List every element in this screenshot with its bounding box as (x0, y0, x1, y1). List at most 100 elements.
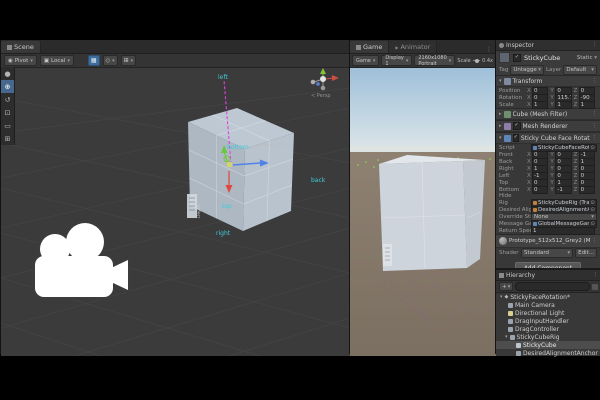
hierarchy-item-main-camera[interactable]: Main Camera (496, 301, 600, 309)
component-menu-icon[interactable]: ⋮ (592, 135, 598, 141)
chevron-down-icon: ▾ (591, 213, 594, 220)
item-label: DragController (515, 325, 560, 333)
object-picker-icon[interactable]: ⊙ (590, 221, 595, 227)
grid-toggle-button[interactable]: ▦ (87, 55, 100, 66)
mesh-renderer-header[interactable]: ▸ ✓ Mesh Renderer ⋮ (496, 120, 600, 132)
local-dropdown[interactable]: ▣ Local ▾ (39, 55, 74, 66)
tab-scene[interactable]: Scene (1, 41, 41, 53)
camera-icon (508, 302, 513, 308)
back-label: Back (499, 158, 513, 165)
static-dropdown[interactable]: Static ▾ (577, 55, 597, 61)
component-menu-icon[interactable]: ⋮ (592, 238, 598, 244)
tag-dropdown[interactable]: Untagged ▾ (510, 64, 544, 75)
game-tab-icon (356, 44, 361, 50)
active-checkbox[interactable]: ✓ (513, 53, 521, 62)
display-label: Display 1 (385, 54, 404, 67)
tab-menu-icon[interactable]: ⋮ (483, 46, 495, 53)
bottom-z-field[interactable]: 0 (578, 185, 595, 194)
scale-label: Scale (457, 57, 471, 64)
tab-animator-label: Animator (400, 43, 431, 51)
transform-tool-button[interactable]: ⊞ (1, 132, 14, 145)
foldout-icon[interactable]: ▾ (499, 135, 502, 141)
gameobject-name[interactable]: StickyCube (524, 54, 560, 62)
object-picker-icon[interactable]: ⊙ (590, 145, 595, 151)
object-picker-icon[interactable]: ⊙ (590, 207, 595, 213)
foldout-icon[interactable]: ▸ (499, 123, 502, 129)
scale-slider-handle[interactable] (474, 58, 479, 63)
tab-animator[interactable]: ▶ Animator (389, 41, 438, 53)
chevron-down-icon: ▾ (30, 57, 33, 64)
hierarchy-item-stickycuberig[interactable]: ▾ StickyCubeRig (496, 333, 600, 341)
tab-game[interactable]: Game (350, 41, 390, 53)
scale-z-field[interactable]: 1 (578, 100, 595, 109)
move-tool-button[interactable]: ⊕ (1, 80, 14, 93)
scene-tab-icon (7, 44, 12, 50)
chevron-down-icon: ▾ (594, 54, 597, 61)
hierarchy-item-draginputhandler[interactable]: DragInputHandler (496, 317, 600, 325)
resolution-dropdown[interactable]: 2160x1080 Portrait ▾ (414, 55, 456, 67)
transform-component-header[interactable]: ▾ Transform ⋮ (496, 75, 600, 87)
axis-z-cone[interactable] (316, 82, 320, 86)
perspective-label[interactable]: < Persp (311, 93, 331, 99)
gameobject-icon (516, 350, 521, 356)
game-sky (350, 68, 496, 152)
component-checkbox[interactable]: ✓ (512, 122, 521, 130)
shader-dropdown[interactable]: Standard ▾ (521, 248, 574, 258)
material-header[interactable]: Prototype_512x512_Grey2 (Mate ⋮ (496, 234, 600, 248)
face-label-right: right (216, 230, 231, 237)
bottom-y-field[interactable]: -1 (555, 185, 572, 194)
hierarchy-scene-root[interactable]: ▾ ◆ StickyFaceRotation* (496, 293, 600, 301)
foldout-icon[interactable]: ▾ (505, 334, 508, 340)
item-label: Main Camera (515, 301, 555, 309)
display-dropdown[interactable]: Display 1 ▾ (381, 54, 413, 67)
edit-shader-button[interactable]: Edit... (575, 248, 597, 258)
chevron-down-icon: ▾ (591, 66, 594, 73)
rotate-tool-button[interactable]: ↺ (1, 93, 14, 106)
view-options-button[interactable]: ⊞ ▾ (120, 55, 137, 66)
component-menu-icon[interactable]: ⋮ (592, 78, 598, 84)
rect-tool-button[interactable]: ▭ (1, 119, 14, 132)
foldout-icon[interactable]: ▾ (500, 294, 503, 300)
mesh-filter-header[interactable]: ▸ Cube (Mesh Filter) ⋮ (496, 108, 600, 120)
vector-row-top: Top X0 Y1 Z0 (496, 178, 600, 187)
item-label: Directional Light (515, 309, 565, 317)
view-tool-button[interactable]: ● (1, 67, 14, 80)
gizmo-center-handle[interactable] (227, 162, 232, 167)
foldout-icon[interactable]: ▾ (499, 78, 502, 84)
panel-menu-icon[interactable]: ⋮ (592, 42, 598, 48)
plus-icon: + (502, 283, 507, 290)
hierarchy-item-dragcontroller[interactable]: DragController (496, 325, 600, 333)
foldout-icon[interactable]: ▸ (499, 111, 502, 117)
hierarchy-item-directional-light[interactable]: Directional Light (496, 309, 600, 317)
scale-x-field[interactable]: 1 (532, 100, 549, 109)
return-speed-field[interactable]: 1 (531, 226, 595, 235)
script-component-header[interactable]: ▾ ✓ Sticky Cube Face Rotation (Scri ⋮ (496, 132, 600, 144)
panel-menu-icon[interactable]: ⋮ (593, 272, 599, 278)
inspector-tab[interactable]: Inspector ⋮ (496, 40, 600, 51)
hierarchy-search-input[interactable] (515, 282, 590, 291)
layer-dropdown[interactable]: Default ▾ (563, 64, 597, 75)
game-panel: Game ▶ Animator ⋮ Game ▾ Display 1 ▾ 216… (349, 40, 496, 356)
scale-slider[interactable] (472, 58, 481, 63)
scale-tool-button[interactable]: ⊡ (1, 106, 14, 119)
hierarchy-item-stickycube[interactable]: StickyCube (496, 341, 600, 349)
pivot-dropdown[interactable]: ◉ Pivot ▾ (4, 55, 37, 66)
game-viewport[interactable] (350, 68, 496, 356)
material-title: Prototype_512x512_Grey2 (Mate (509, 238, 590, 244)
scale-y-field[interactable]: 1 (555, 100, 572, 109)
object-picker-icon[interactable]: ⊙ (590, 200, 595, 206)
gizmo-toggle-button[interactable]: ◇ ▾ (102, 55, 118, 66)
inspector-panel: Inspector ⋮ ✓ StickyCube Static ▾ Tag Un… (496, 40, 600, 275)
bottom-x-field[interactable]: 0 (532, 185, 549, 194)
scene-viewport[interactable]: left bottom left moved back top right De… (1, 68, 350, 356)
axis-z-label: Z (573, 179, 578, 186)
create-object-button[interactable]: + ▾ (499, 282, 514, 291)
component-checkbox[interactable]: ✓ (512, 134, 519, 142)
hierarchy-item-desiredalignmentanchor[interactable]: DesiredAlignmentAnchor (496, 349, 600, 357)
component-menu-icon[interactable]: ⋮ (592, 123, 598, 129)
axis-z-label: Z (573, 94, 578, 101)
override-value: None (534, 213, 549, 220)
component-menu-icon[interactable]: ⋮ (592, 111, 598, 117)
game-mode-dropdown[interactable]: Game ▾ (352, 55, 380, 66)
hierarchy-tab[interactable]: Hierarchy ⋮ (496, 270, 600, 281)
